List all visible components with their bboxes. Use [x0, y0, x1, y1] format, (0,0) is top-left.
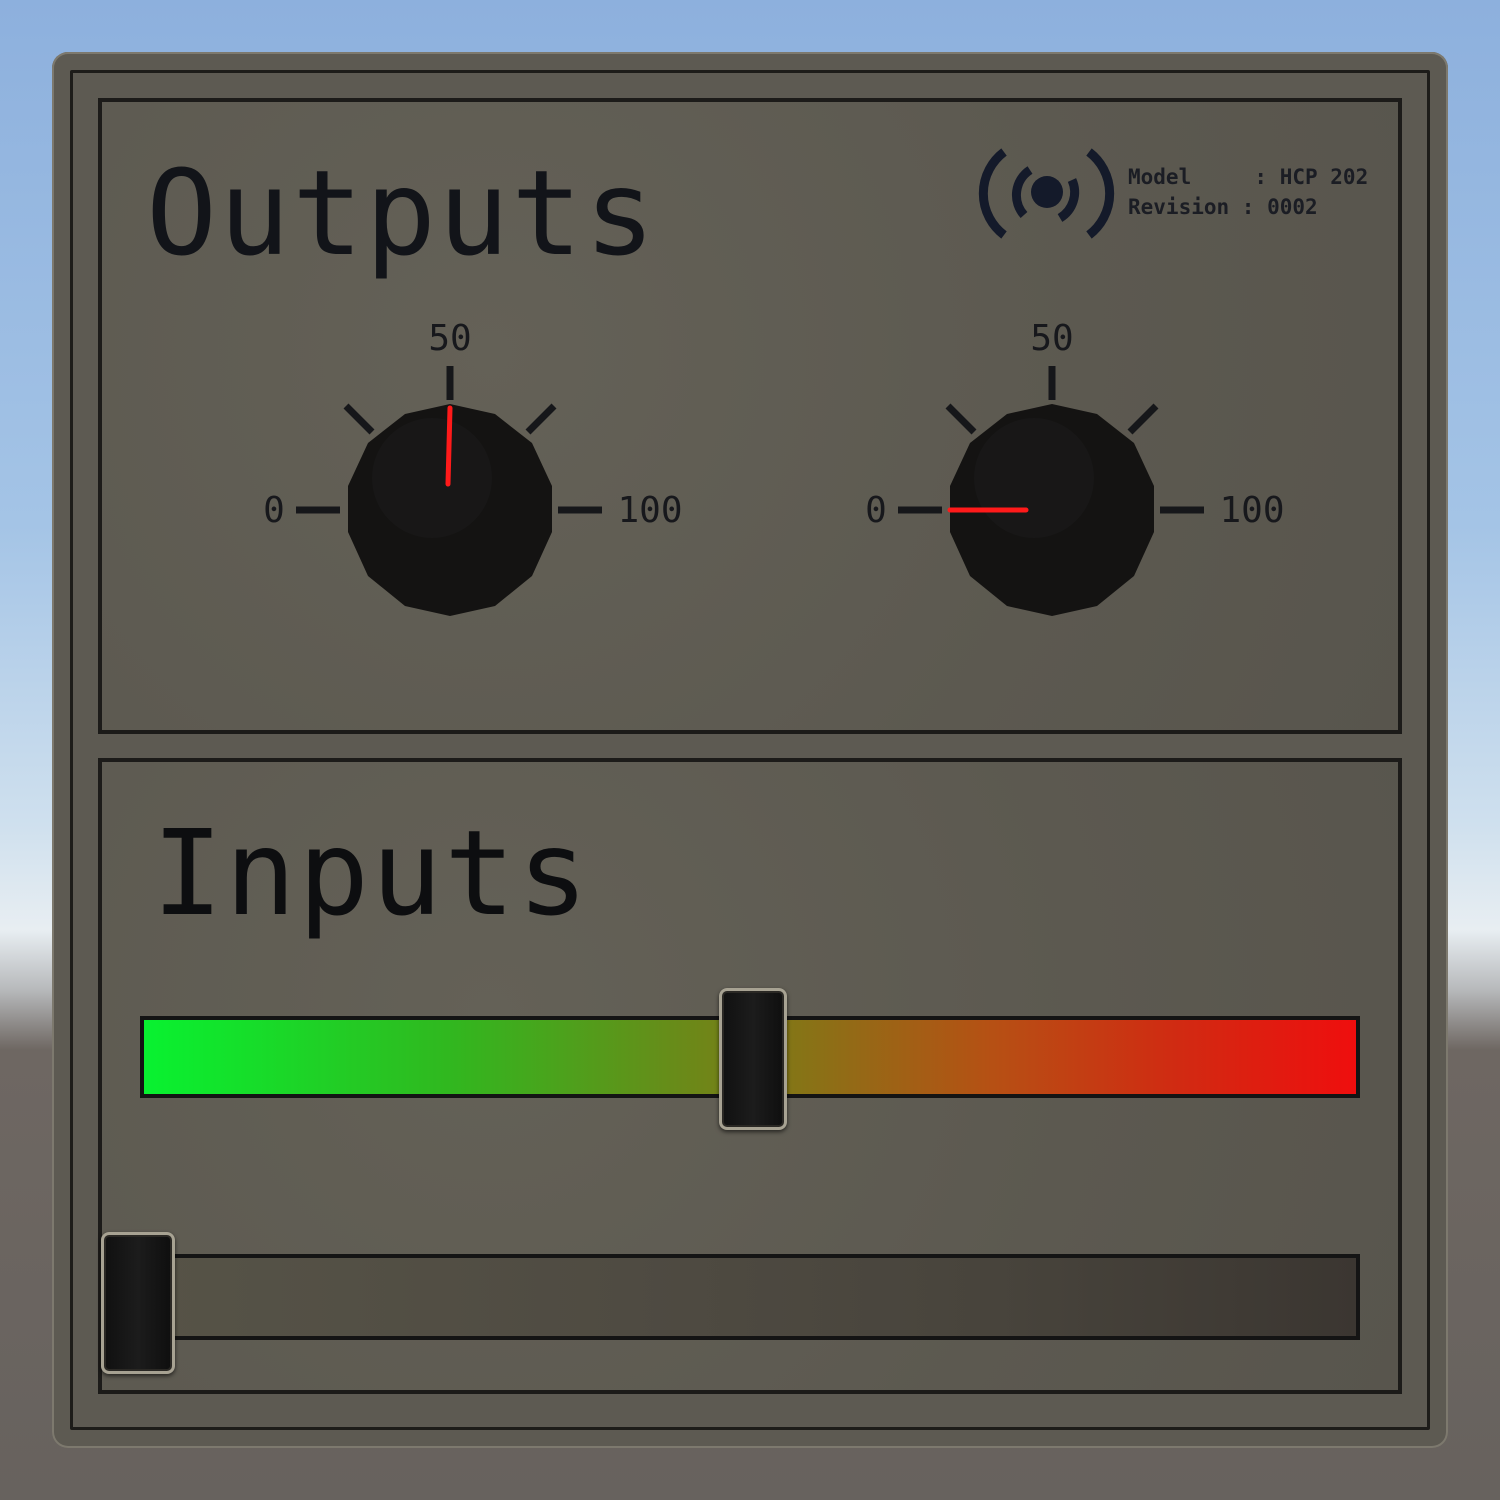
- input-slider-1-handle[interactable]: [719, 988, 787, 1130]
- knob-1-max-label: 100: [617, 490, 682, 531]
- output-knob-2[interactable]: 50 0 100: [854, 308, 1354, 648]
- revision-line: Revision : 0002: [1128, 195, 1318, 219]
- device-info: Model : HCP 202 Revision : 0002: [1128, 162, 1368, 222]
- knob-1-indicator: [445, 405, 453, 487]
- knob-2-mid-label: 50: [1030, 318, 1073, 359]
- knob-2-min-label: 0: [865, 490, 887, 531]
- outputs-title: Outputs: [146, 144, 658, 282]
- model-line: Model : HCP 202: [1128, 165, 1369, 189]
- outputs-panel: Outputs Model : HCP 202 Revision : 0002 …: [98, 98, 1402, 734]
- knob-2-max-label: 100: [1219, 490, 1284, 531]
- output-knob-1[interactable]: 50 0 100: [252, 308, 752, 648]
- knob-1-min-label: 0: [263, 490, 285, 531]
- broadcast-signal-icon: [978, 148, 1115, 239]
- inputs-title: Inputs: [152, 804, 591, 942]
- knob-1-mid-label: 50: [428, 318, 471, 359]
- input-slider-2-track[interactable]: [140, 1254, 1360, 1340]
- input-slider-2-handle[interactable]: [101, 1232, 175, 1374]
